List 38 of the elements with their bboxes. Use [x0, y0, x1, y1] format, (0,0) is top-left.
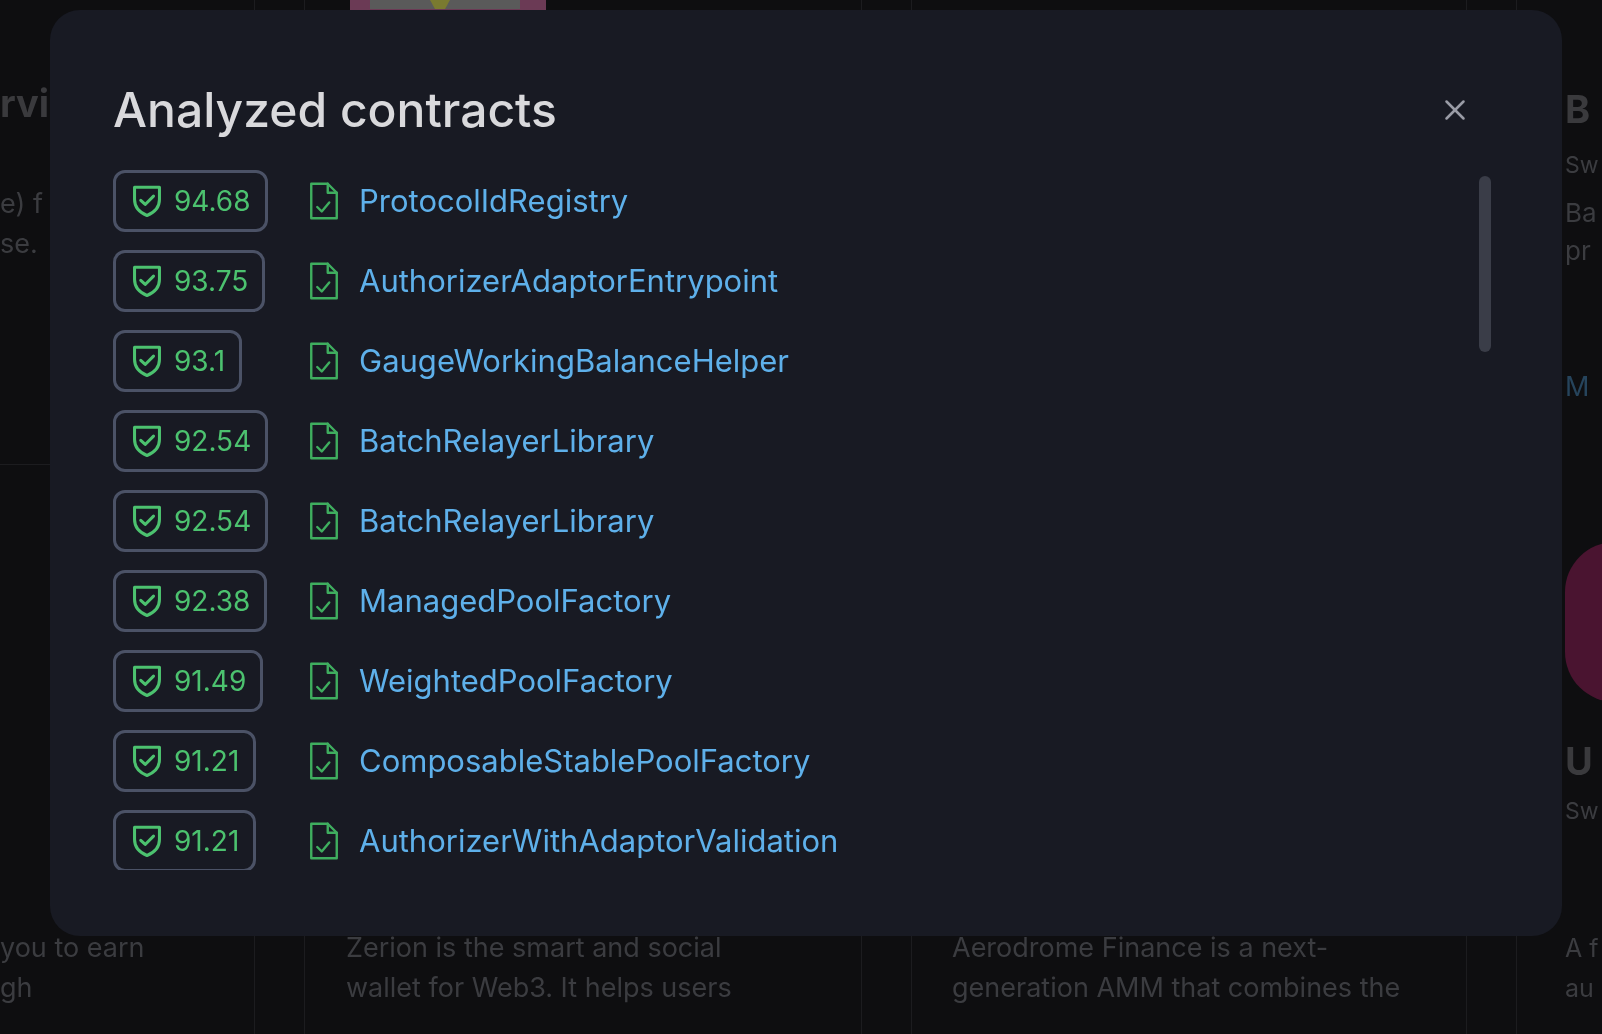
shield-check-icon — [130, 663, 164, 699]
contract-link[interactable]: AuthorizerAdaptorEntrypoint — [359, 257, 779, 305]
score-value: 91.49 — [174, 663, 247, 700]
shield-check-icon — [130, 743, 164, 779]
score-value: 91.21 — [174, 743, 240, 780]
contract-link[interactable]: BatchRelayerLibrary — [359, 417, 655, 465]
file-check-icon — [309, 661, 339, 701]
file-check-icon — [309, 181, 339, 221]
file-check-icon — [309, 741, 339, 781]
file-check-icon — [309, 341, 339, 381]
shield-check-icon — [130, 423, 164, 459]
shield-check-icon — [130, 263, 164, 299]
shield-check-icon — [130, 183, 164, 219]
contract-link[interactable]: WeightedPoolFactory — [359, 657, 673, 705]
dialog-title: Analyzed contracts — [113, 80, 557, 140]
score-value: 93.1 — [174, 343, 226, 380]
file-check-icon — [309, 821, 339, 861]
score-value: 92.38 — [174, 583, 251, 620]
contract-link[interactable]: BatchRelayerLibrary — [359, 497, 655, 545]
scrollbar[interactable] — [1479, 176, 1491, 352]
contract-link[interactable]: AuthorizerWithAdaptorValidation — [359, 817, 839, 865]
score-value: 92.54 — [174, 503, 252, 540]
file-check-icon — [309, 261, 339, 301]
score-value: 94.68 — [174, 183, 251, 220]
file-check-icon — [309, 501, 339, 541]
score-value: 93.75 — [174, 263, 249, 300]
shield-check-icon — [130, 583, 164, 619]
contract-link[interactable]: ComposableStablePoolFactory — [359, 737, 811, 785]
shield-check-icon — [130, 343, 164, 379]
contract-link[interactable]: ProtocolIdRegistry — [359, 177, 629, 225]
score-value: 91.21 — [174, 823, 240, 860]
contract-link[interactable]: ManagedPoolFactory — [359, 577, 672, 625]
file-check-icon — [309, 421, 339, 461]
shield-check-icon — [130, 823, 164, 859]
score-value: 92.54 — [174, 423, 252, 460]
file-check-icon — [309, 581, 339, 621]
shield-check-icon — [130, 503, 164, 539]
contract-link[interactable]: GaugeWorkingBalanceHelper — [359, 337, 789, 385]
